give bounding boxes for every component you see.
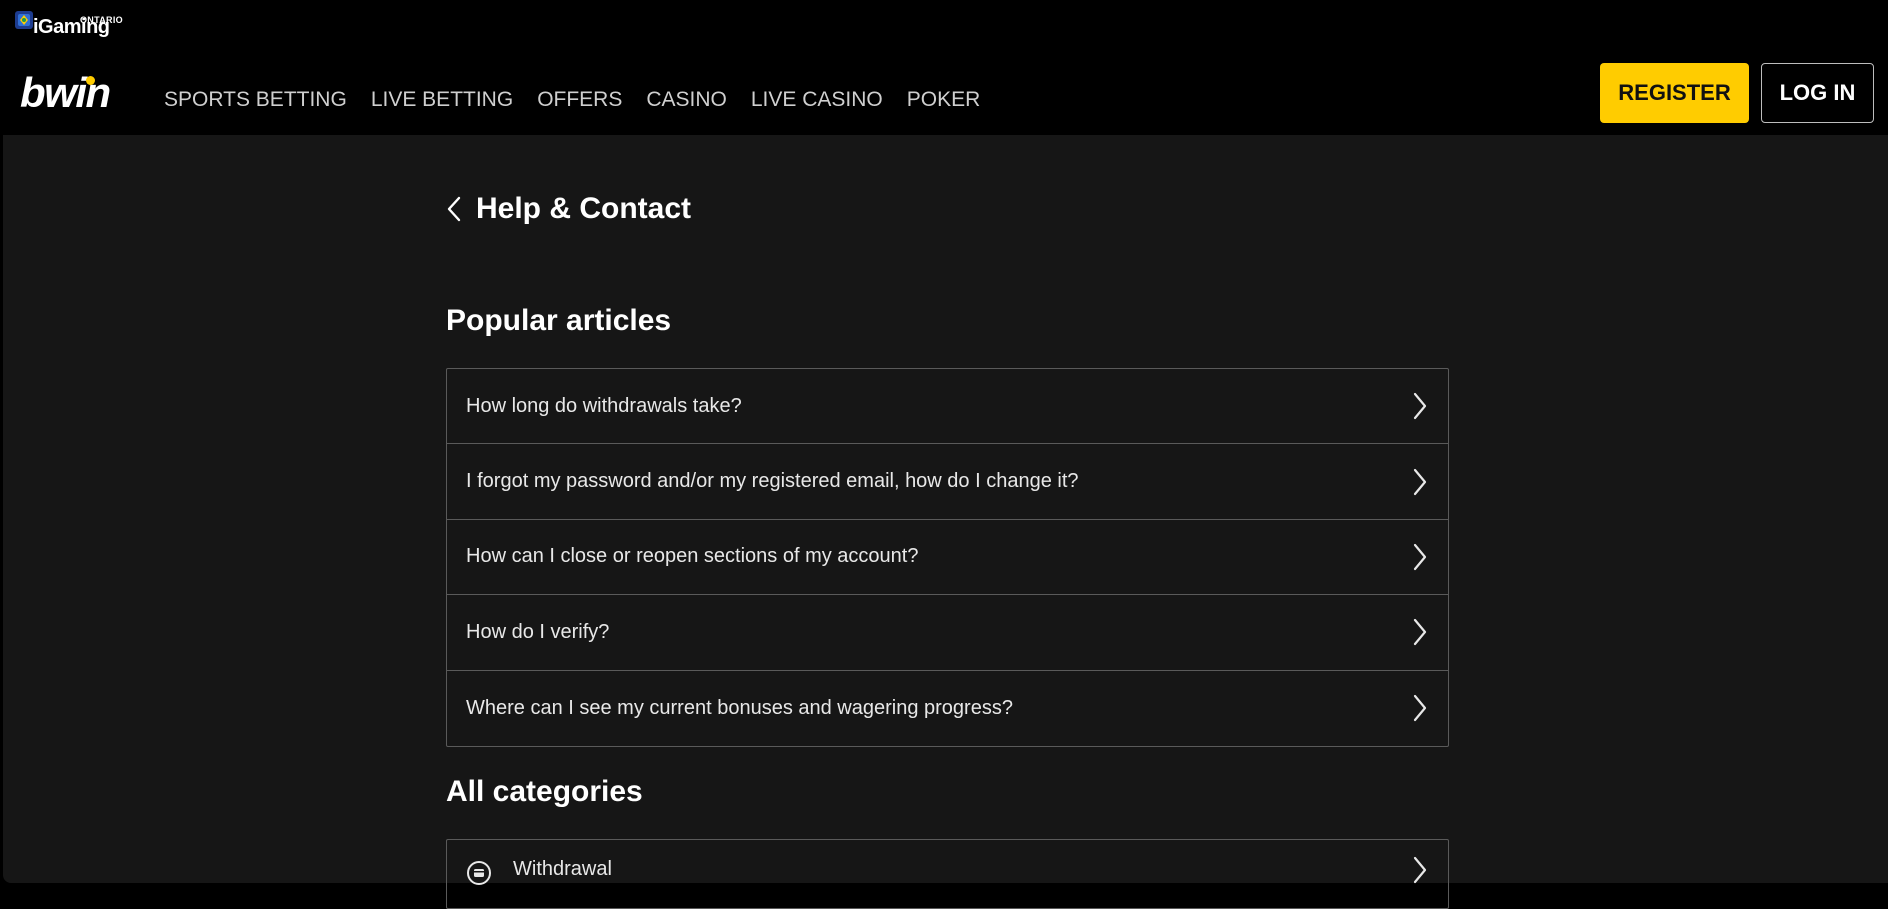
article-item[interactable]: How can I close or reopen sections of my…: [447, 520, 1448, 596]
bwin-logo[interactable]: bwin: [20, 69, 111, 116]
popular-articles-list: How long do withdrawals take? I forgot m…: [446, 368, 1449, 747]
login-button[interactable]: LOG IN: [1761, 63, 1874, 123]
igaming-logo-icon: [15, 11, 33, 29]
nav-casino[interactable]: CASINO: [646, 86, 727, 114]
main-nav: SPORTS BETTING LIVE BETTING OFFERS CASIN…: [164, 86, 1004, 114]
chevron-right-icon: [1413, 468, 1427, 495]
top-header: iGaming ONTARIO bwin SPORTS BETTING LIVE…: [0, 0, 1888, 135]
article-label: I forgot my password and/or my registere…: [466, 470, 1079, 493]
chevron-right-icon: [1413, 393, 1427, 420]
article-label: How do I verify?: [466, 620, 610, 643]
withdrawal-icon: [467, 861, 491, 885]
article-label: How long do withdrawals take?: [466, 394, 742, 417]
chevron-right-icon: [1413, 619, 1427, 646]
page-title: Help & Contact: [476, 192, 692, 225]
article-label: Where can I see my current bonuses and w…: [466, 696, 1013, 719]
app-window: iGaming ONTARIO bwin SPORTS BETTING LIVE…: [0, 0, 1888, 909]
article-item[interactable]: How do I verify?: [447, 595, 1448, 671]
article-item[interactable]: I forgot my password and/or my registere…: [447, 444, 1448, 520]
chevron-right-icon: [1413, 856, 1427, 884]
chevron-left-icon: [447, 196, 461, 222]
igaming-ontario-badge: iGaming ONTARIO: [14, 7, 124, 41]
nav-poker[interactable]: POKER: [907, 86, 981, 114]
article-label: How can I close or reopen sections of my…: [466, 545, 919, 568]
bwin-logo-text: bwin: [20, 69, 111, 116]
register-button[interactable]: REGISTER: [1600, 63, 1749, 123]
nav-live-casino[interactable]: LIVE CASINO: [751, 86, 883, 114]
nav-offers[interactable]: OFFERS: [537, 86, 622, 114]
igaming-badge-region: ONTARIO: [80, 15, 123, 25]
article-item[interactable]: How long do withdrawals take?: [447, 369, 1448, 445]
logo-dot: [86, 76, 95, 85]
nav-sports-betting[interactable]: SPORTS BETTING: [164, 86, 347, 114]
nav-live-betting[interactable]: LIVE BETTING: [371, 86, 513, 114]
article-item[interactable]: Where can I see my current bonuses and w…: [447, 671, 1448, 746]
all-categories-heading: All categories: [446, 775, 643, 808]
chevron-right-icon: [1413, 543, 1427, 571]
popular-articles-heading: Popular articles: [446, 304, 672, 337]
category-label: Withdrawal: [513, 858, 612, 880]
chevron-right-icon: [1413, 695, 1427, 722]
help-content: Help & Contact Popular articles How long…: [3, 135, 1888, 909]
category-item-withdrawal[interactable]: Withdrawal: [446, 839, 1449, 909]
back-link[interactable]: Help & Contact: [446, 192, 691, 226]
